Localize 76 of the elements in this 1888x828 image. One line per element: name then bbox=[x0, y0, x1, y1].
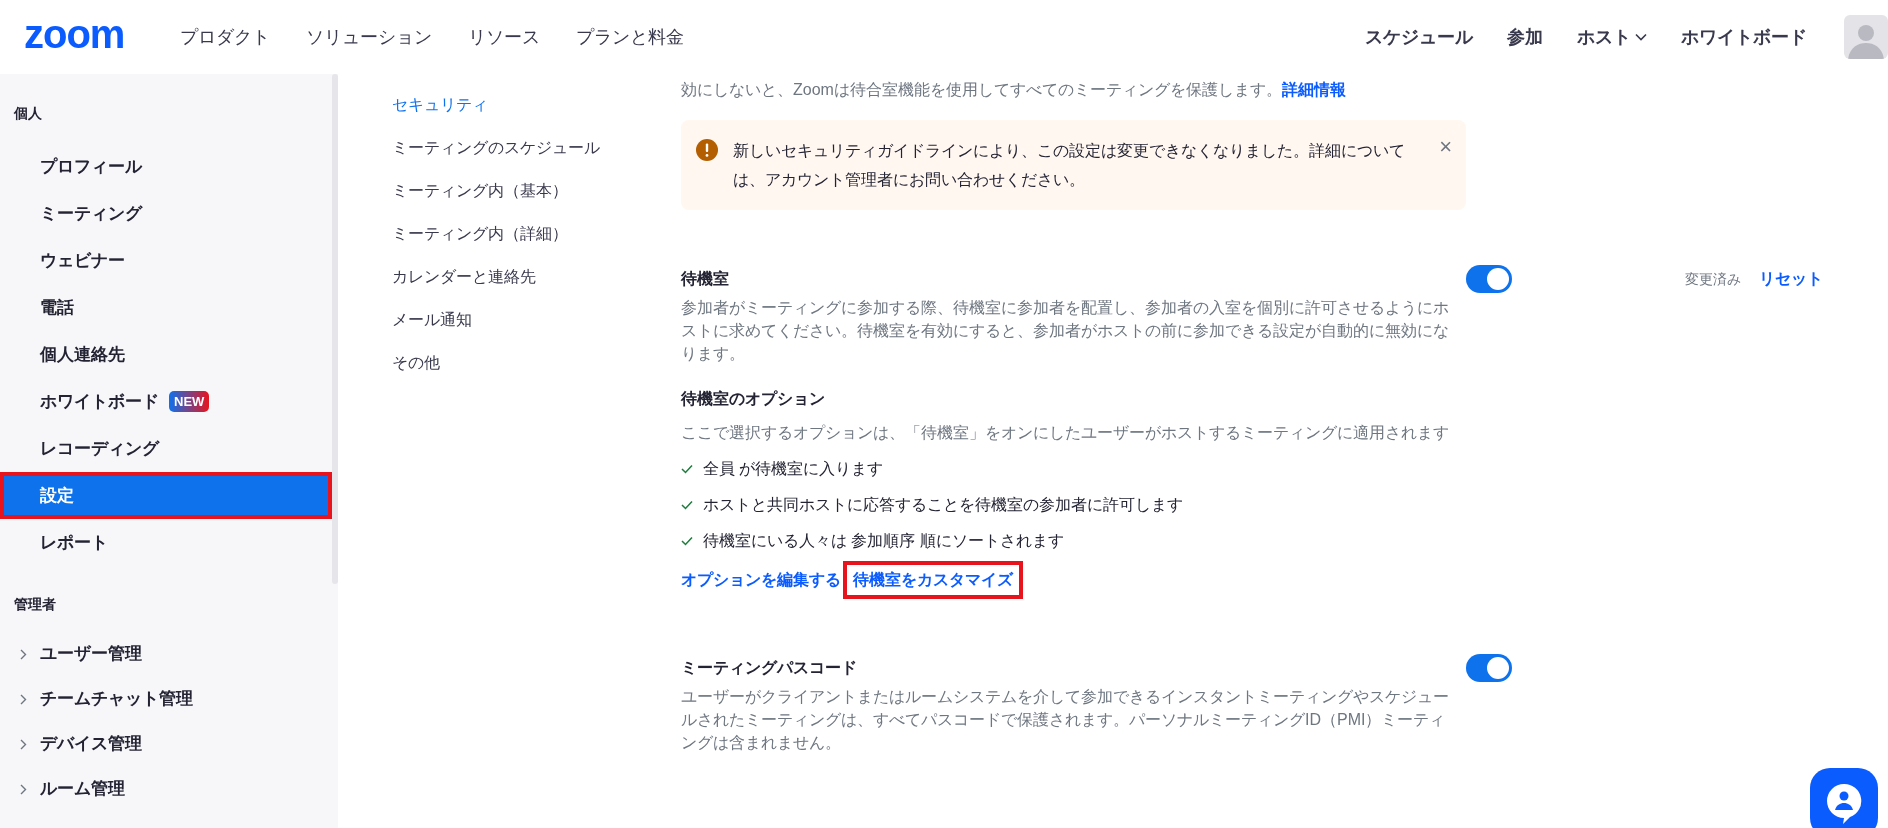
setting-description: ユーザーがクライアントまたはルームシステムを介して参加できるインスタントミーティングやスケジュールされたミーティングは、すべてパスコードで保護されます。パーソナルミーティングID（PMI）ミーティングは含まれません。 bbox=[681, 687, 1450, 753]
chat-icon bbox=[1825, 782, 1863, 824]
sidebar-item[interactable]: ミーティング bbox=[0, 190, 332, 237]
warning-icon bbox=[695, 138, 719, 162]
sidebar-item-label: レコーディング bbox=[40, 437, 159, 460]
sidebar-item-label: ユーザー管理 bbox=[40, 642, 142, 665]
nav-link[interactable]: プロダクト bbox=[180, 23, 271, 51]
sidebar-item-label: デバイス管理 bbox=[40, 732, 142, 755]
check-icon bbox=[681, 500, 693, 510]
subnav-link[interactable]: ミーティング内（詳細） bbox=[392, 212, 681, 255]
reset-link[interactable]: リセット bbox=[1759, 267, 1823, 291]
close-button[interactable]: × bbox=[1439, 136, 1452, 158]
option-text: ホストと共同ホストに応答することを待機室の参加者に許可します bbox=[703, 495, 1183, 515]
sidebar-item[interactable]: ユーザー管理 bbox=[0, 631, 332, 676]
nav-link[interactable]: プランと料金 bbox=[576, 23, 685, 51]
alert-message: 新しいセキュリティガイドラインにより、この設定は変更できなくなりました。詳細については、アカウント管理者にお問い合わせください。 bbox=[733, 141, 1406, 190]
sidebar-item[interactable]: 電話 bbox=[0, 284, 332, 331]
chevron-right-icon bbox=[20, 694, 27, 705]
section-heading: 管理者 bbox=[13, 594, 57, 614]
section-heading: 個人 bbox=[13, 103, 43, 123]
chevron-right-icon bbox=[20, 649, 27, 660]
option-text: 待機室にいる人々は 参加順序 順にソートされます bbox=[703, 531, 1064, 551]
sidebar-item[interactable]: ホワイトボード NEW bbox=[0, 378, 332, 425]
setting-description: 参加者がミーティングに参加する際、待機室に参加者を配置し、参加者の入室を個別に許可させるようにホストに求めてください。待機室を有効にすると、参加者がホストの前に参加できる設定が自動的に無効になります。 bbox=[681, 298, 1450, 364]
chevron-right-icon bbox=[20, 784, 27, 795]
sidebar-item[interactable]: デバイス管理 bbox=[0, 721, 332, 766]
sidebar-item-label: ミーティング bbox=[40, 202, 142, 225]
sidebar-item[interactable]: 設定 bbox=[0, 472, 332, 519]
setting-title: 待機室 bbox=[681, 269, 730, 289]
sidebar-item-label: 電話 bbox=[40, 296, 74, 319]
zoom-logo[interactable]: zoom bbox=[24, 14, 125, 54]
info-link[interactable]: 詳細情報 bbox=[1281, 81, 1346, 98]
sidebar-item[interactable]: 個人連絡先 bbox=[0, 331, 332, 378]
sidebar-item-label: ルーム管理 bbox=[40, 777, 125, 800]
nav-link[interactable]: リソース bbox=[468, 23, 541, 51]
options-subtitle: ここで選択するオプションは、「待機室」をオンにしたユーザーがホストするミーティングに適用されます bbox=[681, 423, 1450, 443]
options-heading: 待機室のオプション bbox=[681, 389, 826, 409]
sidebar-item-label: レポート bbox=[40, 531, 108, 554]
chat-button[interactable] bbox=[1810, 768, 1878, 828]
sidebar-item[interactable]: レコーディング bbox=[0, 425, 332, 472]
option-text: 全員 が待機室に入ります bbox=[703, 459, 884, 479]
nav-link[interactable]: 参加 bbox=[1507, 23, 1543, 51]
sidebar-item-label: ウェビナー bbox=[40, 249, 125, 272]
sidebar-item[interactable]: ルーム管理 bbox=[0, 766, 332, 811]
sidebar-item[interactable]: チームチャット管理 bbox=[0, 676, 332, 721]
chevron-right-icon bbox=[20, 739, 27, 750]
sidebar-item-label: ホワイトボード bbox=[40, 390, 159, 413]
new-badge: NEW bbox=[169, 390, 210, 413]
check-icon bbox=[681, 536, 693, 546]
nav-link[interactable]: スケジュール bbox=[1365, 23, 1473, 51]
sidebar-item-label: 設定 bbox=[40, 484, 74, 507]
subnav-link[interactable]: ミーティング内（基本） bbox=[392, 169, 681, 212]
sidebar-item[interactable]: レポート bbox=[0, 519, 332, 566]
subnav-link[interactable]: セキュリティ bbox=[392, 83, 681, 126]
scrollbar-thumb[interactable] bbox=[332, 74, 338, 584]
status-text: 変更済み bbox=[1685, 269, 1741, 289]
subnav-link[interactable]: カレンダーと連絡先 bbox=[392, 255, 681, 298]
nav-link[interactable]: ホスト bbox=[1577, 23, 1647, 51]
subnav-link[interactable]: ミーティングのスケジュール bbox=[392, 126, 681, 169]
nav-link[interactable]: ホワイトボード bbox=[1681, 23, 1807, 51]
nav-link[interactable]: ソリューション bbox=[306, 23, 433, 51]
sidebar-item[interactable]: プロフィール bbox=[0, 143, 332, 190]
intro-text: 効にしないと、Zoomは待合室機能を使用してすべてのミーティングを保護します。詳細情報 bbox=[681, 80, 1347, 100]
option-link[interactable]: 待機室をカスタマイズ bbox=[843, 561, 1023, 599]
sidebar-item-label: チームチャット管理 bbox=[40, 687, 193, 710]
sidebar-item-label: プロフィール bbox=[40, 155, 142, 178]
sidebar-item-label: 個人連絡先 bbox=[40, 343, 125, 366]
subnav-link[interactable]: メール通知 bbox=[392, 298, 681, 341]
setting-title: ミーティングパスコード bbox=[681, 658, 858, 678]
option-link[interactable]: オプションを編集する bbox=[681, 561, 843, 599]
check-icon bbox=[681, 464, 693, 474]
toggle-switch[interactable] bbox=[1466, 654, 1512, 682]
sidebar-item[interactable]: ウェビナー bbox=[0, 237, 332, 284]
chevron-down-icon bbox=[1635, 33, 1647, 41]
subnav-link[interactable]: その他 bbox=[392, 341, 681, 384]
toggle-switch[interactable] bbox=[1466, 265, 1512, 293]
